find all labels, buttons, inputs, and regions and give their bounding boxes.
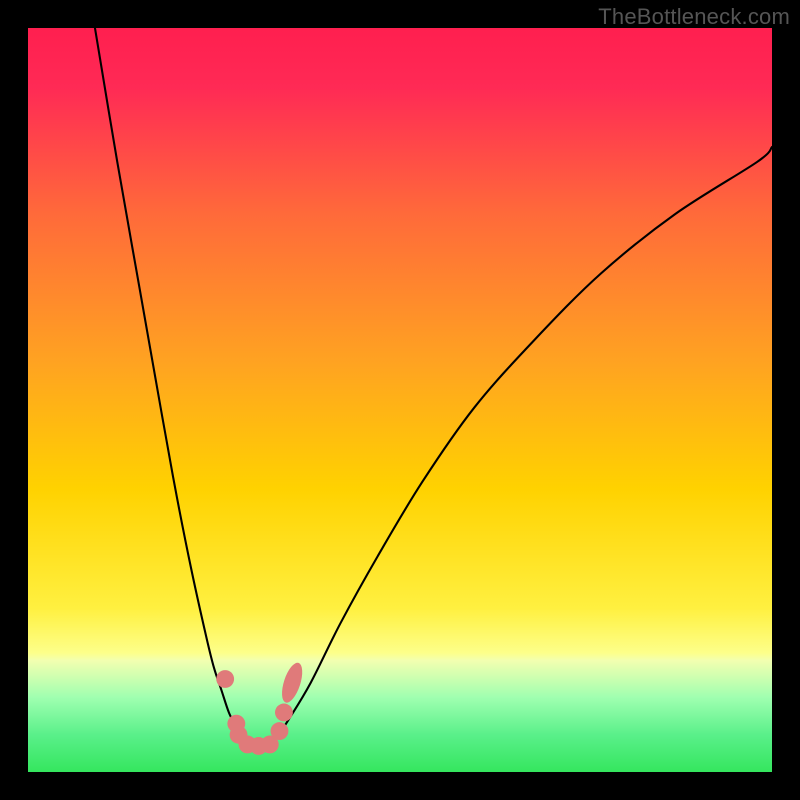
chart-frame: TheBottleneck.com: [0, 0, 800, 800]
marker-point: [275, 704, 293, 722]
marker-point: [271, 722, 289, 740]
watermark-text: TheBottleneck.com: [598, 4, 790, 30]
bottleneck-curve-chart: [28, 28, 772, 772]
marker-point: [216, 670, 234, 688]
plot-area: [28, 28, 772, 772]
gradient-background: [28, 28, 772, 772]
